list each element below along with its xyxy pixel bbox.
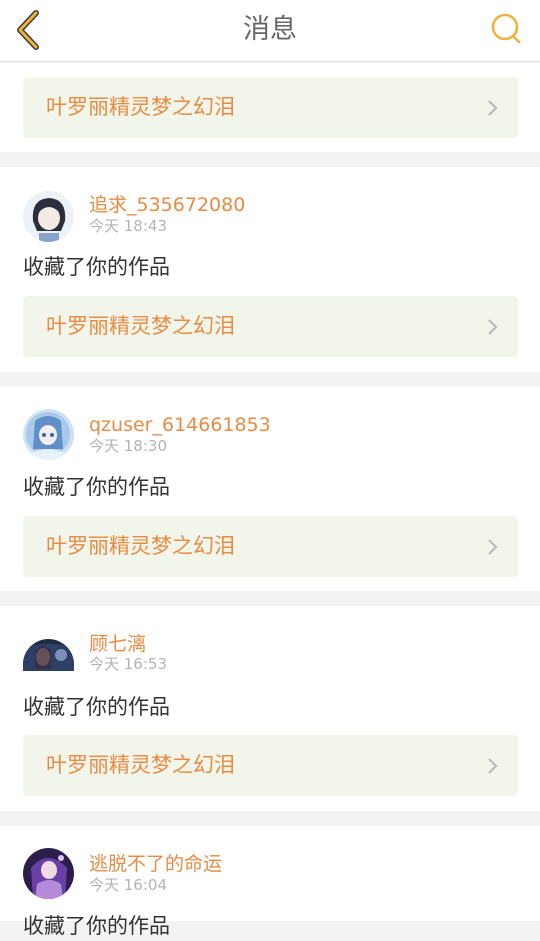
avatar-image bbox=[23, 639, 74, 671]
avatar[interactable] bbox=[23, 191, 74, 242]
work-title: 叶罗丽精灵梦之幻泪 bbox=[46, 314, 235, 338]
action-text: 收藏了你的作品 bbox=[23, 255, 170, 279]
username[interactable]: 逃脱不了的命运 bbox=[89, 851, 222, 877]
username[interactable]: qzuser_614661853 bbox=[89, 412, 271, 438]
work-link[interactable]: 叶罗丽精灵梦之幻泪 bbox=[23, 296, 518, 357]
search-button[interactable] bbox=[490, 12, 524, 46]
message-card: qzuser_614661853 今天 18:30 收藏了你的作品 叶罗丽精灵梦… bbox=[0, 387, 540, 591]
action-text: 收藏了你的作品 bbox=[23, 695, 170, 719]
message-card: 追求_535672080 今天 18:43 收藏了你的作品 叶罗丽精灵梦之幻泪 bbox=[0, 167, 540, 372]
page-title: 消息 bbox=[243, 14, 297, 45]
work-link[interactable]: 叶罗丽精灵梦之幻泪 bbox=[23, 735, 518, 796]
timestamp: 今天 16:53 bbox=[89, 655, 167, 673]
top-bar: 消息 bbox=[0, 0, 540, 62]
avatar[interactable] bbox=[23, 848, 74, 899]
work-link[interactable]: 叶罗丽精灵梦之幻泪 bbox=[23, 516, 518, 577]
avatar-image bbox=[23, 848, 74, 899]
message-card: 叶罗丽精灵梦之幻泪 bbox=[0, 63, 540, 152]
timestamp: 今天 18:43 bbox=[89, 217, 167, 235]
message-card: 逃脱不了的命运 今天 16:04 收藏了你的作品 bbox=[0, 826, 540, 938]
chevron-right-icon bbox=[488, 319, 498, 335]
work-title: 叶罗丽精灵梦之幻泪 bbox=[46, 753, 235, 777]
work-title: 叶罗丽精灵梦之幻泪 bbox=[46, 534, 235, 558]
avatar-image bbox=[23, 191, 74, 242]
work-title: 叶罗丽精灵梦之幻泪 bbox=[46, 95, 235, 119]
avatar-image bbox=[23, 409, 74, 460]
chevron-right-icon bbox=[488, 758, 498, 774]
action-text: 收藏了你的作品 bbox=[23, 914, 170, 938]
avatar[interactable] bbox=[23, 639, 74, 671]
work-link[interactable]: 叶罗丽精灵梦之幻泪 bbox=[23, 77, 518, 138]
chevron-right-icon bbox=[488, 100, 498, 116]
chevron-right-icon bbox=[488, 539, 498, 555]
search-icon bbox=[491, 13, 521, 44]
timestamp: 今天 16:04 bbox=[89, 876, 167, 894]
avatar[interactable] bbox=[23, 409, 74, 460]
username[interactable]: 追求_535672080 bbox=[89, 192, 245, 218]
action-text: 收藏了你的作品 bbox=[23, 475, 170, 499]
message-card: 顾七漓 今天 16:53 收藏了你的作品 叶罗丽精灵梦之幻泪 bbox=[0, 606, 540, 811]
timestamp: 今天 18:30 bbox=[89, 437, 167, 455]
